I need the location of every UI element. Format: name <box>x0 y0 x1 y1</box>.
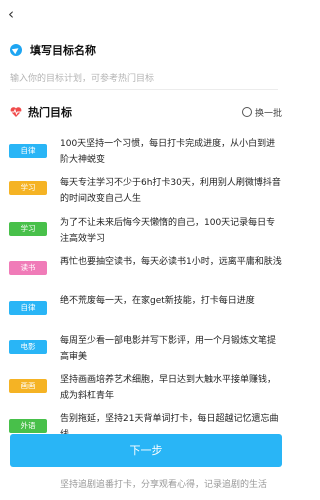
goal-tag: 画画 <box>9 379 47 393</box>
goal-item[interactable]: 自律 绝不荒废每一天，在家get新技能，打卡每日进度 <box>0 291 289 331</box>
goal-text: 再忙也要抽空读书，每天必读书1小时，远离平庸和肤浅 <box>60 257 282 267</box>
next-step-button[interactable]: 下一步 <box>10 434 282 467</box>
paper-plane-icon <box>10 44 22 56</box>
goal-item[interactable]: 学习 为了不让未来后悔今天懒惰的自己，100天记录每日专注高效学习 <box>0 213 289 253</box>
hot-goals-header: 热门目标 换一批 <box>10 104 282 120</box>
goal-text: 为了不让未来后悔今天懒惰的自己，100天记录每日专注高效学习 <box>60 218 276 244</box>
goal-item[interactable]: 自律 100天坚持一个习惯，每日打卡完成进度，从小白到进阶大神蜕变 <box>0 134 289 174</box>
goal-text: 每周至少看一部电影并写下影评，用一个月锻炼文笔提高审美 <box>60 336 277 362</box>
goal-tag: 自律 <box>9 301 47 315</box>
heartbeat-icon <box>10 106 22 118</box>
goal-tag: 电影 <box>9 340 47 354</box>
goal-text: 每天专注学习不少于6h打卡30天，利用别人刷微博抖音的时间改变自己人生 <box>60 178 281 204</box>
goal-tag: 学习 <box>9 222 47 236</box>
goal-item[interactable]: 读书 再忙也要抽空读书，每天必读书1小时，远离平庸和肤浅 <box>0 252 289 292</box>
chevron-left-icon[interactable]: ‹ <box>8 6 24 22</box>
top-bar: ‹ <box>0 0 289 34</box>
goal-item[interactable]: 画画 坚持画画培养艺术细胞，早日达到大触水平接单赚钱，成为斜杠青年 <box>0 370 289 410</box>
section-title: 填写目标名称 <box>30 44 96 57</box>
goal-tag: 读书 <box>9 261 47 275</box>
refresh-label: 换一批 <box>254 108 282 119</box>
goal-tag: 学习 <box>9 181 47 195</box>
refresh-icon <box>241 107 252 117</box>
goal-tag: 自律 <box>9 144 47 158</box>
refresh-button[interactable]: 换一批 <box>241 106 282 119</box>
goal-item[interactable]: 电影 每周至少看一部电影并写下影评，用一个月锻炼文笔提高审美 <box>0 331 289 371</box>
goal-text: 绝不荒废每一天，在家get新技能，打卡每日进度 <box>60 296 255 306</box>
goal-item[interactable]: 学习 每天专注学习不少于6h打卡30天，利用别人刷微博抖音的时间改变自己人生 <box>0 173 289 213</box>
goal-text: 坚持画画培养艺术细胞，早日达到大触水平接单赚钱，成为斜杠青年 <box>60 375 277 401</box>
partial-goal-text: 坚持追剧追番打卡，分享观看心得，记录追剧的生活 <box>60 480 268 490</box>
goal-name-input[interactable] <box>10 68 278 90</box>
goal-text: 100天坚持一个习惯，每日打卡完成进度，从小白到进阶大神蜕变 <box>60 139 276 165</box>
goal-name-header: 填写目标名称 <box>10 42 96 58</box>
hot-goals-title: 热门目标 <box>28 106 72 119</box>
goal-tag: 外语 <box>9 419 47 433</box>
